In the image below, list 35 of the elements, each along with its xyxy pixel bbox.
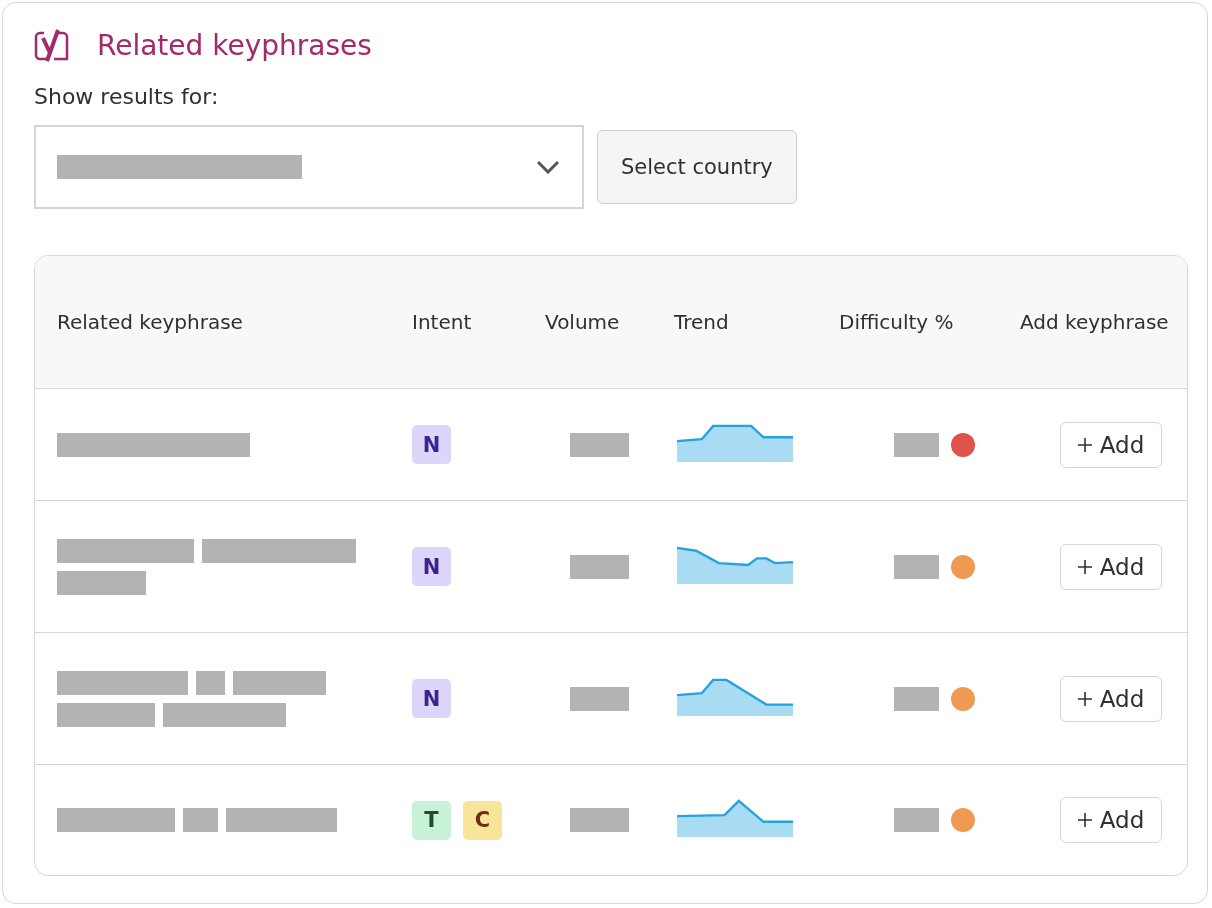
- redacted-text: [570, 432, 629, 457]
- logo-icon: [34, 29, 69, 62]
- redacted-text: [183, 808, 218, 832]
- intent-badge: C: [463, 800, 502, 840]
- panel-title: Related keyphrases: [97, 29, 372, 62]
- intent-badge: N: [412, 679, 451, 718]
- add-button[interactable]: Add: [1060, 675, 1162, 722]
- plus-icon: [1077, 691, 1092, 706]
- column-header: Volume: [545, 310, 621, 334]
- intent-badge: N: [412, 547, 451, 586]
- redacted-text: [894, 554, 939, 579]
- chevron-down-icon: [536, 160, 560, 174]
- redacted-text: [894, 808, 939, 832]
- filter-label: Show results for:: [34, 84, 220, 109]
- intent-badge: T: [412, 800, 451, 840]
- redacted-text: [570, 554, 629, 579]
- redacted-text: [570, 808, 629, 832]
- country-select[interactable]: [34, 125, 584, 209]
- column-header: Trend: [674, 310, 730, 334]
- add-button[interactable]: Add: [1060, 797, 1162, 843]
- plus-icon: [1077, 559, 1092, 574]
- add-button[interactable]: Add: [1060, 543, 1162, 590]
- select-country-button[interactable]: Select country: [597, 130, 797, 204]
- column-header: Intent: [412, 310, 473, 334]
- plus-icon: [1077, 437, 1092, 452]
- redacted-text: [196, 670, 225, 695]
- intent-badge: N: [412, 425, 451, 464]
- column-header: Difficulty %: [839, 310, 955, 334]
- redacted-text: [570, 686, 629, 711]
- add-button[interactable]: Add: [1060, 421, 1162, 468]
- column-header: Related keyphrase: [57, 310, 244, 334]
- redacted-text: [894, 432, 939, 457]
- redacted-text: [894, 686, 939, 711]
- column-header: Add keyphrase: [1020, 310, 1170, 334]
- plus-icon: [1077, 813, 1092, 827]
